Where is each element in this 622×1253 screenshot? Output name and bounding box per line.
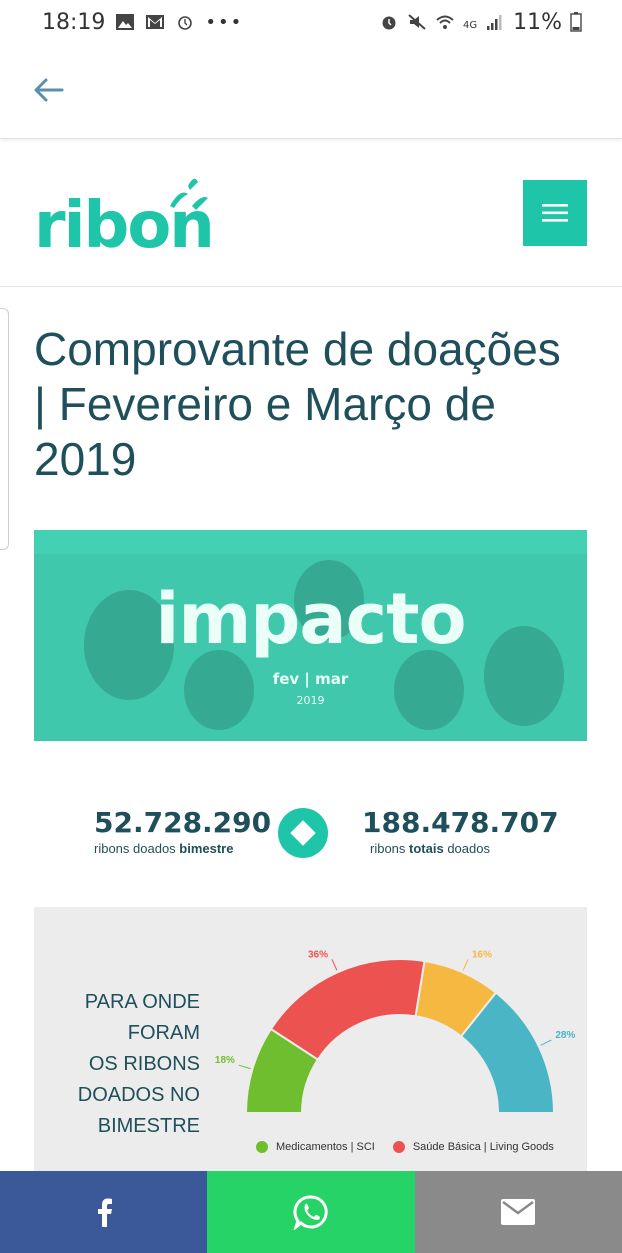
semi-donut-chart: 18% 36% 16% 28% [215,949,575,1114]
legend-label-medicamentos: Medicamentos | SCI [276,1141,375,1153]
stat-total-label: ribons totais doados [362,841,559,856]
share-whatsapp-button[interactable] [207,1171,415,1253]
stats-divider-badge [278,808,328,858]
slice-label-leader [462,959,469,971]
title-line-2: | Fevereiro e Março de [34,378,496,430]
stat-bimester-label-text: ribons doados [94,841,180,856]
stat-total-label-pre: ribons [370,841,410,856]
menu-button[interactable] [523,180,587,246]
share-facebook-button[interactable] [0,1171,208,1253]
donation-chart: PARA ONDE FORAM OS RIBONS DOADOS NO BIME… [34,907,587,1177]
mute-icon [408,14,426,30]
diamond-icon [290,820,316,846]
banner-period: fev | mar [272,670,349,688]
gmail-icon [146,15,165,29]
image-icon [116,14,135,30]
impact-banner: impacto fev | mar 2019 [34,530,587,741]
side-drawer-handle[interactable] [0,308,9,550]
status-bar: 18:19 ••• 4G 11% [0,0,622,44]
legend-dot-medicamentos [256,1141,268,1153]
app-bar [0,44,622,139]
logo-text: ribon [34,189,215,263]
facebook-icon [97,1198,112,1227]
stat-bimester: 52.728.290 ribons doados bimestre [94,806,271,856]
slice-label-leader [238,1064,251,1070]
network-type: 4G [462,19,478,31]
banner-photo-shape [394,650,464,730]
share-email-button[interactable] [414,1171,622,1253]
stat-bimester-label-bold: bimestre [179,841,234,856]
banner-strip [34,530,587,554]
chart-legend: Medicamentos | SCI Saúde Básica | Living… [256,1141,554,1153]
page-title: Comprovante de doações | Fevereiro e Mar… [34,322,594,487]
alarm-icon [178,16,193,30]
slice-label-leader [540,1039,552,1046]
battery-icon [570,12,582,32]
legend-dot-saude [392,1141,405,1153]
stat-total-label-post: doados [443,841,490,856]
title-line-1: Comprovante de doações [34,323,561,375]
more-notifications-icon: ••• [205,11,244,33]
share-bar [0,1171,622,1253]
battery-percent: 11% [513,9,562,35]
banner-year: 2019 [296,694,325,707]
stat-bimester-value: 52.728.290 [94,806,272,839]
banner-headline: impacto [155,578,466,660]
stat-total-label-bold: totais [409,841,444,856]
signal-icon [487,15,502,30]
whatsapp-icon [293,1195,328,1230]
back-arrow-icon[interactable] [30,72,66,108]
site-header: ribon [0,140,622,287]
hamburger-icon [542,204,568,222]
slice-saude-basica [269,958,426,1061]
stat-bimester-label: ribons doados bimestre [94,841,271,856]
banner-photo-shape [184,650,254,730]
slice-percent-label: 16% [472,949,492,960]
stat-total-value: 188.478.707 [362,806,559,839]
email-icon [501,1199,536,1225]
slice-label-leader [331,959,338,971]
wifi-icon [436,15,454,29]
slice-percent-label: 36% [308,949,328,960]
slice-percent-label: 28% [555,1030,575,1041]
slice-percent-label: 18% [215,1055,235,1066]
alarm-active-icon [382,16,396,30]
legend-label-saude: Saúde Básica | Living Goods [412,1141,554,1153]
title-line-3: 2019 [34,433,137,485]
status-time: 18:19 [42,9,106,35]
stat-total: 188.478.707 ribons totais doados [362,806,559,856]
